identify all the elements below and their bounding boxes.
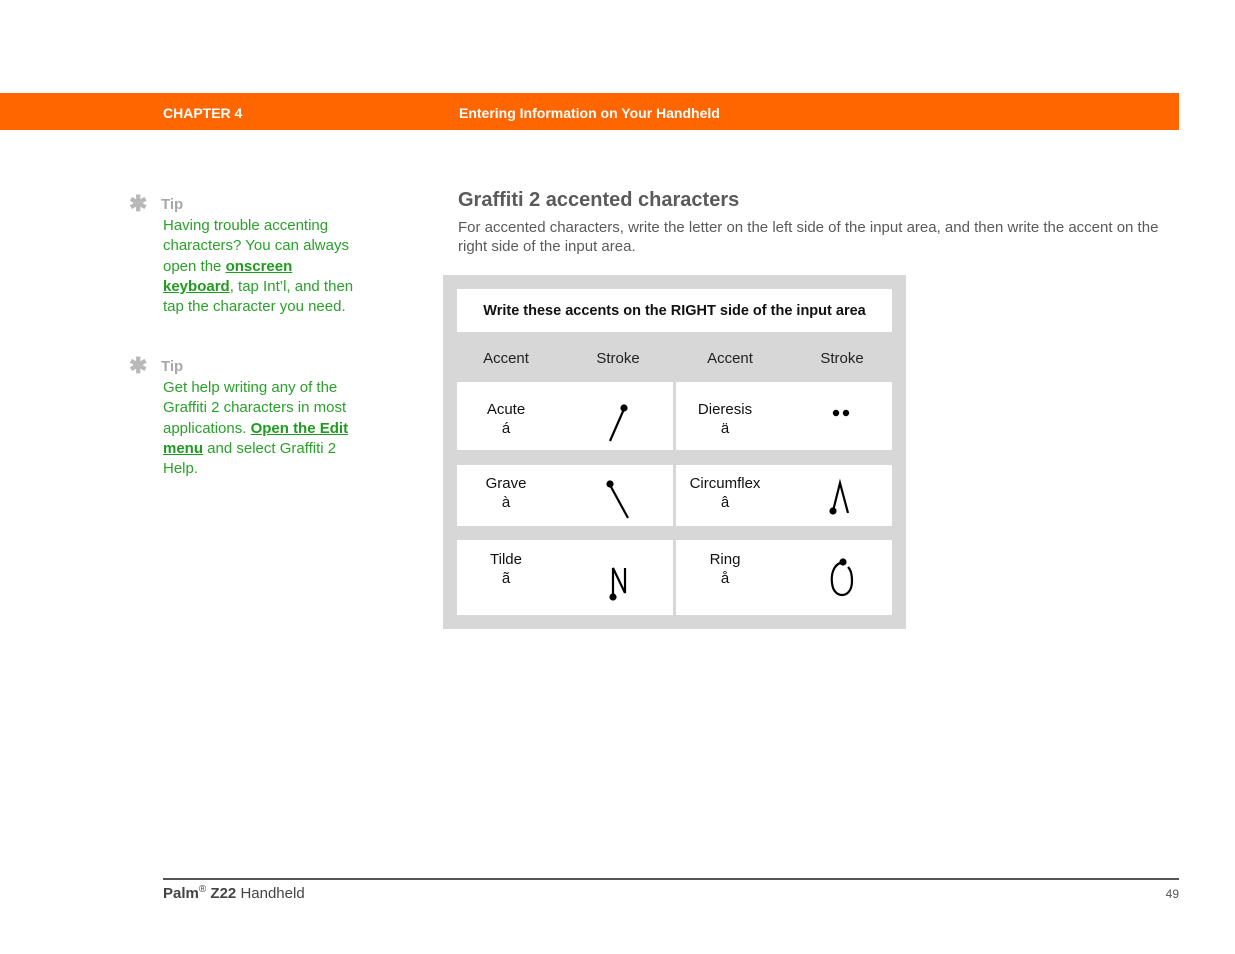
ring-stroke-icon [830, 558, 854, 597]
accent-char: â [720, 494, 730, 511]
registered-mark: ® [198, 884, 207, 895]
column-header-accent: Accent [707, 350, 753, 367]
accent-name: Dieresis [697, 401, 753, 418]
accent-name: Acute [486, 401, 526, 418]
page-number: 49 [1165, 887, 1179, 901]
table-caption: Write these accents on the RIGHT side of… [457, 289, 892, 332]
accent-name: Ring [709, 551, 741, 568]
accent-char: á [501, 420, 511, 437]
asterisk-icon: ✱ [129, 191, 148, 216]
grave-stroke-icon [606, 480, 629, 519]
acute-stroke-icon [608, 404, 628, 442]
table-cell-ring: Ring å [676, 540, 892, 615]
table-cell-grave: Grave à [457, 465, 673, 526]
dieresis-stroke-icon [832, 409, 850, 417]
column-header-accent: Accent [483, 350, 529, 367]
accent-table: Write these accents on the RIGHT side of… [443, 275, 906, 629]
column-header-stroke: Stroke [820, 350, 864, 367]
table-cell-tilde: Tilde ã [457, 540, 673, 615]
section-heading: Graffiti 2 accented characters [458, 189, 740, 211]
tip-text: Having trouble accenting characters? You… [163, 216, 355, 317]
tip-box-help: ✱ Tip Get help writing any of the Graffi… [129, 353, 360, 479]
accent-char: å [720, 570, 730, 587]
tip-box-keyboard: ✱ Tip Having trouble accenting character… [129, 191, 360, 317]
chapter-label: CHAPTER 4 [163, 105, 243, 121]
footer-model: Z22 [210, 885, 237, 902]
column-header-stroke: Stroke [596, 350, 640, 367]
footer-product: Palm® Z22 Handheld [163, 884, 305, 902]
tip-label: Tip [161, 195, 184, 213]
table-cell-acute: Acute á [457, 382, 673, 450]
tip-label: Tip [161, 357, 184, 375]
section-intro: For accented characters, write the lette… [458, 219, 1159, 255]
accent-name: Circumflex [689, 475, 761, 492]
table-cell-dieresis: Dieresis ä [676, 382, 892, 450]
asterisk-icon: ✱ [129, 353, 148, 378]
footer-product-name: Handheld [240, 885, 305, 902]
tilde-stroke-icon [609, 567, 627, 601]
chapter-banner: CHAPTER 4 Entering Information on Your H… [0, 93, 1179, 130]
footer-divider [163, 878, 1179, 880]
table-cell-circumflex: Circumflex â [676, 465, 892, 526]
circumflex-stroke-icon [829, 478, 850, 515]
accent-name: Grave [485, 475, 527, 492]
tip-text: Get help writing any of the Graffiti 2 c… [163, 378, 355, 479]
footer-brand: Palm [163, 885, 199, 902]
accent-char: ä [720, 420, 730, 437]
chapter-title: Entering Information on Your Handheld [459, 105, 720, 121]
accent-name: Tilde [490, 551, 522, 568]
accent-char: à [501, 494, 511, 511]
accent-char: ã [501, 570, 511, 587]
